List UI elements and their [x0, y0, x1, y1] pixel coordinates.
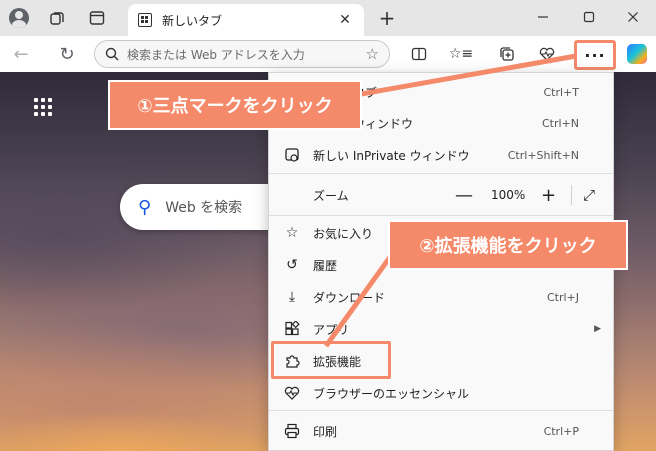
- search-icon: ⚲: [138, 196, 152, 218]
- menu-item-label: 新しい InPrivate ウィンドウ: [313, 148, 470, 163]
- menu-divider: [269, 410, 613, 411]
- menu-item-label: 印刷: [313, 424, 338, 439]
- menu-item-print[interactable]: 印刷 Ctrl+P: [269, 416, 613, 446]
- arrow-left-icon: ←: [13, 43, 29, 65]
- menu-divider: [269, 173, 613, 174]
- close-window-button[interactable]: [610, 0, 656, 34]
- inprivate-icon: [283, 146, 301, 164]
- collections-button[interactable]: [494, 42, 520, 66]
- new-tab-button[interactable]: +: [374, 6, 400, 30]
- menu-item-downloads[interactable]: ⤓ ダウンロード Ctrl+J: [269, 282, 613, 312]
- search-icon: [105, 47, 119, 61]
- workspaces-icon: [50, 12, 64, 25]
- copilot-button[interactable]: [624, 42, 650, 66]
- copilot-icon: [627, 44, 647, 64]
- address-placeholder: 検索または Web アドレスを入力: [127, 47, 305, 62]
- menu-item-inprivate[interactable]: 新しい InPrivate ウィンドウ Ctrl+Shift+N: [269, 140, 613, 170]
- menu-shortcut: Ctrl+J: [546, 290, 579, 304]
- maximize-button[interactable]: [566, 0, 612, 34]
- tab-title: 新しいタブ: [162, 13, 223, 28]
- zoom-in-button[interactable]: +: [541, 185, 556, 206]
- print-icon: [283, 422, 301, 440]
- menu-item-label: ブラウザーのエッセンシャル: [313, 386, 470, 401]
- browser-essentials-button[interactable]: [534, 42, 560, 66]
- favorites-icon: ☆≡: [448, 46, 474, 62]
- menu-item-label: ダウンロード: [313, 290, 386, 305]
- menu-shortcut: Ctrl+Shift+N: [507, 148, 579, 162]
- settings-and-more-button[interactable]: ···: [574, 40, 616, 70]
- favorites-star-icon: ☆: [285, 225, 299, 241]
- split-screen-icon: [411, 47, 427, 61]
- active-tab[interactable]: 新しいタブ ✕: [128, 4, 364, 36]
- maximize-icon: [583, 11, 595, 23]
- favorites-button[interactable]: ☆≡: [448, 42, 474, 66]
- submenu-arrow-icon: ▶: [594, 324, 601, 334]
- collections-icon: [500, 47, 514, 61]
- menu-item-browser-essentials[interactable]: ブラウザーのエッセンシャル: [269, 378, 613, 408]
- app-launcher-icon[interactable]: [34, 98, 52, 116]
- menu-item-zoom: ズーム — 100% + ⤢: [269, 180, 613, 210]
- profile-icon: [9, 8, 29, 28]
- close-tab-icon[interactable]: ✕: [336, 11, 354, 29]
- split-screen-button[interactable]: [406, 42, 432, 66]
- refresh-button[interactable]: ↻: [54, 42, 80, 66]
- refresh-icon: ↻: [59, 43, 75, 65]
- toolbar: ← ↻ 検索または Web アドレスを入力 ☆ ☆≡: [0, 36, 656, 72]
- tab-actions-button[interactable]: [84, 6, 110, 30]
- minimize-icon: [538, 16, 548, 18]
- browser-essentials-icon: [283, 384, 301, 402]
- minimize-button[interactable]: [520, 0, 566, 34]
- menu-divider: [269, 215, 613, 216]
- annotation-step1: ①三点マークをクリック: [108, 80, 362, 130]
- web-search-box[interactable]: ⚲ Web を検索: [120, 184, 280, 230]
- tab-actions-icon: [89, 11, 105, 25]
- annotation-step2: ②拡張機能をクリック: [388, 220, 628, 270]
- workspaces-button[interactable]: [44, 6, 70, 30]
- menu-shortcut: Ctrl+P: [543, 424, 579, 438]
- title-bar: 新しいタブ ✕ +: [0, 0, 656, 36]
- zoom-level: 100%: [491, 188, 526, 202]
- menu-shortcut: Ctrl+N: [541, 116, 579, 130]
- back-button[interactable]: ←: [8, 42, 34, 66]
- apps-icon: [283, 320, 301, 338]
- history-icon: ↺: [286, 257, 298, 273]
- zoom-separator: [571, 185, 572, 205]
- menu-item-apps[interactable]: アプリ ▶: [269, 314, 613, 344]
- web-search-placeholder: Web を検索: [165, 200, 243, 216]
- profile-button[interactable]: [6, 6, 32, 30]
- menu-item-label: アプリ: [313, 322, 350, 337]
- plus-icon: +: [378, 6, 396, 30]
- more-icon: ···: [584, 45, 606, 65]
- extensions-highlight-box: [271, 341, 391, 379]
- close-icon: [628, 12, 638, 22]
- new-tab-page-icon: [138, 13, 152, 27]
- zoom-out-button[interactable]: —: [455, 185, 473, 206]
- download-icon: ⤓: [288, 289, 296, 305]
- zoom-spacer: [283, 186, 301, 204]
- heart-pulse-icon: [539, 47, 555, 61]
- star-icon[interactable]: ☆: [366, 45, 379, 63]
- address-bar[interactable]: 検索または Web アドレスを入力 ☆: [94, 40, 390, 68]
- menu-shortcut: Ctrl+T: [543, 85, 579, 99]
- fullscreen-icon[interactable]: ⤢: [583, 186, 595, 204]
